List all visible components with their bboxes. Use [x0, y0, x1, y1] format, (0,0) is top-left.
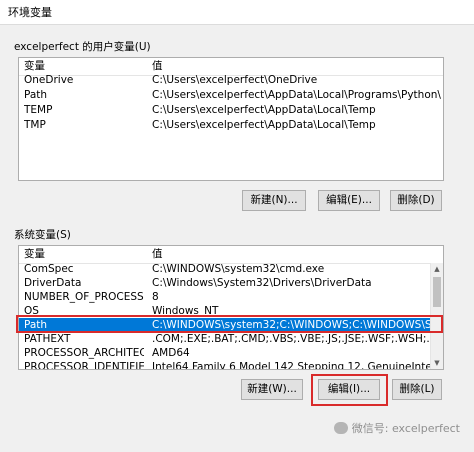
- watermark-text: 微信号: excelperfect: [351, 422, 460, 435]
- user-var-row-tmp[interactable]: TMP C:\Users\excelperfect\AppData\Local\…: [19, 118, 443, 133]
- user-vars-list[interactable]: 变量 值 OneDrive C:\Users\excelperfect\OneD…: [18, 57, 444, 181]
- system-edit-button[interactable]: 编辑(I)...: [318, 379, 380, 400]
- system-var-row-path[interactable]: Path C:\WINDOWS\system32;C:\WINDOWS;C:\W…: [19, 318, 443, 333]
- var-value: C:\Users\excelperfect\AppData\Local\Prog…: [152, 89, 441, 101]
- var-name: PROCESSOR_IDENTIFIER: [24, 361, 144, 370]
- system-var-row-pathext[interactable]: PATHEXT .COM;.EXE;.BAT;.CMD;.VBS;.VBE;.J…: [19, 332, 443, 347]
- user-var-row-path[interactable]: Path C:\Users\excelperfect\AppData\Local…: [19, 88, 443, 103]
- var-value: Windows_NT: [152, 305, 219, 317]
- var-value: .COM;.EXE;.BAT;.CMD;.VBS;.VBE;.JS;.JSE;.…: [152, 333, 441, 345]
- user-vars-label: excelperfect 的用户变量(U): [14, 41, 151, 53]
- var-name: NUMBER_OF_PROCESSORS: [24, 291, 144, 303]
- user-edit-button[interactable]: 编辑(E)...: [318, 190, 380, 211]
- user-delete-button[interactable]: 删除(D): [390, 190, 442, 211]
- system-var-row-processor-architecture[interactable]: PROCESSOR_ARCHITECTURE AMD64: [19, 346, 443, 361]
- var-name: PATHEXT: [24, 333, 71, 345]
- var-name: Path: [24, 89, 48, 101]
- var-value: AMD64: [152, 347, 190, 359]
- system-var-row-os[interactable]: OS Windows_NT: [19, 304, 443, 319]
- user-new-button[interactable]: 新建(N)...: [242, 190, 306, 211]
- system-var-row-processor-identifier[interactable]: PROCESSOR_IDENTIFIER Intel64 Family 6 Mo…: [19, 360, 443, 370]
- system-vars-list[interactable]: 变量 值 ComSpec C:\WINDOWS\system32\cmd.exe…: [18, 245, 444, 370]
- var-name: OS: [24, 305, 39, 317]
- column-header-value[interactable]: 值: [152, 246, 441, 263]
- scroll-up-icon[interactable]: ▲: [431, 263, 443, 275]
- var-value: C:\Windows\System32\Drivers\DriverData: [152, 277, 372, 289]
- system-var-row-comspec[interactable]: ComSpec C:\WINDOWS\system32\cmd.exe: [19, 262, 443, 277]
- var-value: C:\Users\excelperfect\AppData\Local\Temp: [152, 119, 376, 131]
- var-name: TEMP: [24, 104, 53, 116]
- var-name: Path: [24, 319, 48, 331]
- user-var-row-onedrive[interactable]: OneDrive C:\Users\excelperfect\OneDrive: [19, 73, 443, 88]
- scroll-thumb[interactable]: [433, 277, 441, 307]
- var-name: OneDrive: [24, 74, 74, 86]
- window-title: 环境变量: [8, 6, 52, 19]
- user-var-row-temp[interactable]: TEMP C:\Users\excelperfect\AppData\Local…: [19, 103, 443, 118]
- var-value: C:\Users\excelperfect\AppData\Local\Temp: [152, 104, 376, 116]
- var-name: PROCESSOR_ARCHITECTURE: [24, 347, 144, 359]
- system-new-button[interactable]: 新建(W)...: [241, 379, 303, 400]
- var-value: C:\WINDOWS\system32\cmd.exe: [152, 263, 325, 275]
- system-var-row-driverdata[interactable]: DriverData C:\Windows\System32\Drivers\D…: [19, 276, 443, 291]
- system-vars-scrollbar[interactable]: ▲ ▼: [430, 263, 443, 369]
- var-value: C:\Users\excelperfect\OneDrive: [152, 74, 318, 86]
- var-name: ComSpec: [24, 263, 74, 275]
- scroll-down-icon[interactable]: ▼: [431, 357, 443, 369]
- var-name: TMP: [24, 119, 46, 131]
- wechat-icon: [333, 422, 348, 434]
- var-name: DriverData: [24, 277, 82, 289]
- system-vars-label: 系统变量(S): [14, 229, 71, 241]
- column-header-name[interactable]: 变量: [24, 246, 144, 263]
- var-value: 8: [152, 291, 159, 303]
- title-bar: 环境变量: [0, 0, 474, 25]
- watermark: 微信号: excelperfect: [333, 420, 460, 436]
- var-value: Intel64 Family 6 Model 142 Stepping 12, …: [152, 361, 435, 370]
- var-value: C:\WINDOWS\system32;C:\WINDOWS;C:\WINDOW…: [152, 319, 441, 331]
- system-var-row-number-of-processors[interactable]: NUMBER_OF_PROCESSORS 8: [19, 290, 443, 305]
- system-delete-button[interactable]: 删除(L): [392, 379, 442, 400]
